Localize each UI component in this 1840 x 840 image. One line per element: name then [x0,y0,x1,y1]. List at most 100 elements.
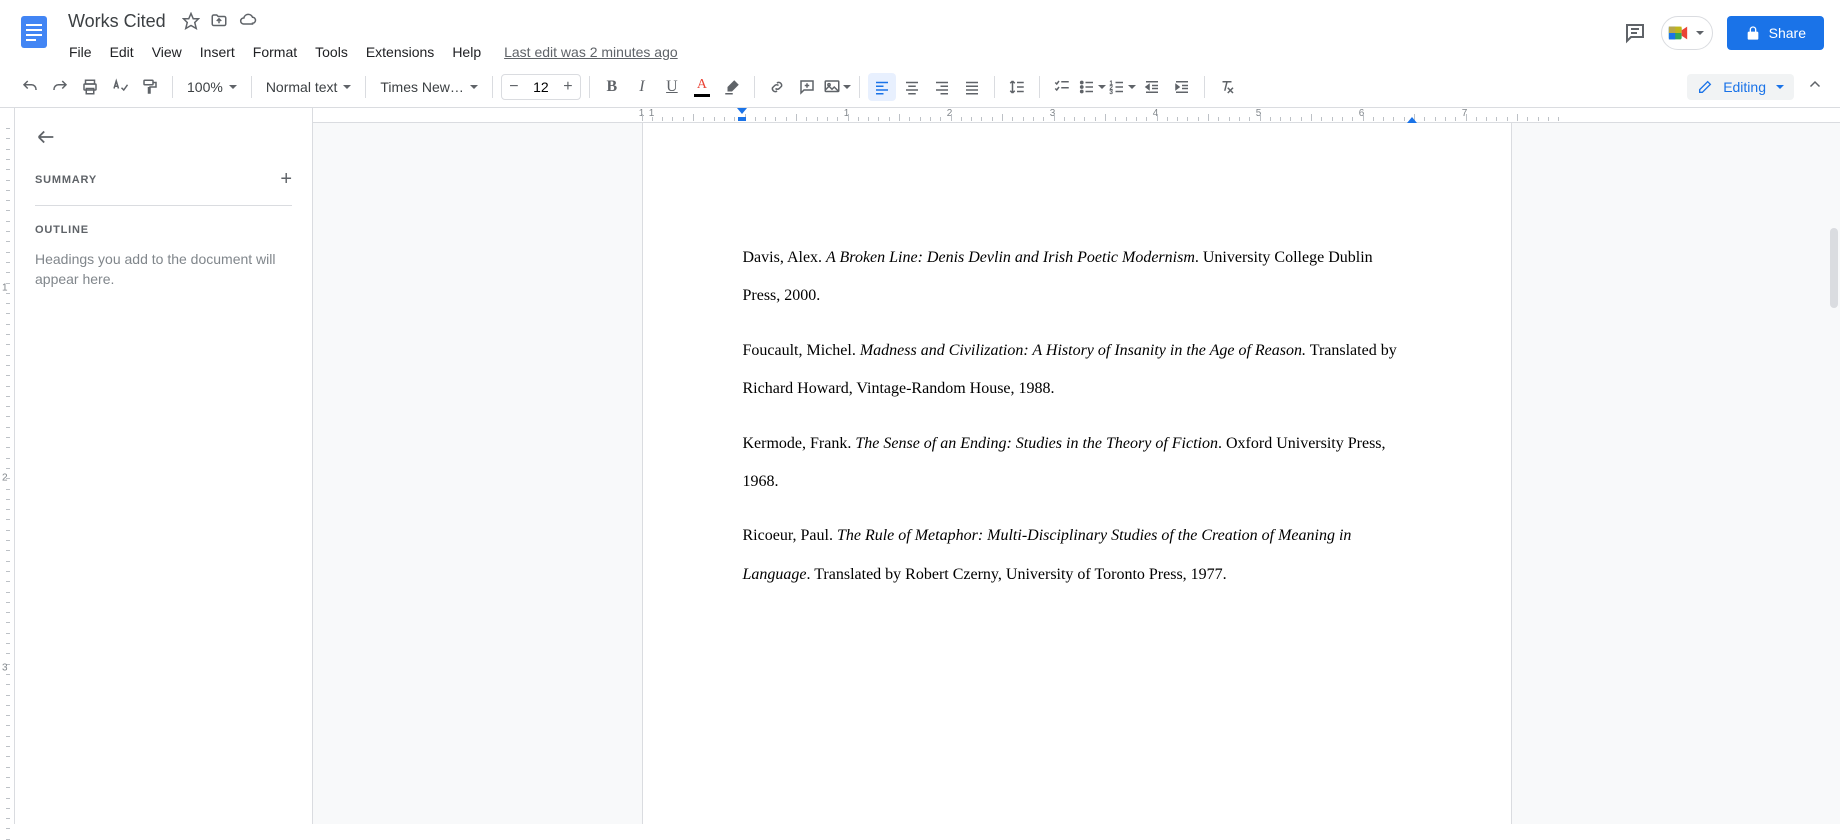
page[interactable]: Davis, Alex. A Broken Line: Denis Devlin… [642,123,1512,824]
lock-icon [1745,25,1761,41]
undo-button[interactable] [16,73,44,101]
move-icon[interactable] [210,12,228,30]
bulleted-list-button[interactable] [1078,73,1106,101]
increase-indent-button[interactable] [1168,73,1196,101]
close-outline-button[interactable] [35,126,57,148]
highlight-button[interactable] [718,73,746,101]
separator [172,76,173,98]
docs-logo[interactable] [16,8,52,56]
insert-link-button[interactable] [763,73,791,101]
hide-menus-button[interactable] [1806,76,1824,97]
separator [589,76,590,98]
editing-mode-dropdown[interactable]: Editing [1687,74,1794,100]
chevron-down-icon [470,85,478,89]
separator [251,76,252,98]
spellcheck-button[interactable] [106,73,134,101]
font-size-control: − + [501,74,581,100]
citation-entry[interactable]: Ricoeur, Paul. The Rule of Metaphor: Mul… [743,517,1411,594]
separator [754,76,755,98]
menu-file[interactable]: File [62,40,99,64]
document-canvas[interactable]: 111234567 Davis, Alex. A Broken Line: De… [313,108,1840,824]
separator [994,76,995,98]
clear-formatting-button[interactable] [1213,73,1241,101]
separator [492,76,493,98]
align-left-button[interactable] [868,73,896,101]
line-spacing-button[interactable] [1003,73,1031,101]
pencil-icon [1697,79,1713,95]
outline-empty-text: Headings you add to the document will ap… [35,250,292,289]
separator [365,76,366,98]
outline-sidebar: SUMMARY + OUTLINE Headings you add to th… [15,108,313,824]
menu-extensions[interactable]: Extensions [359,40,441,64]
menu-view[interactable]: View [145,40,189,64]
chevron-down-icon [1776,85,1784,89]
style-value: Normal text [266,79,338,95]
add-summary-button[interactable]: + [280,168,292,191]
last-edit-link[interactable]: Last edit was 2 minutes ago [504,44,678,60]
menubar: File Edit View Insert Format Tools Exten… [62,38,1623,66]
print-button[interactable] [76,73,104,101]
vertical-ruler[interactable]: 123 [0,108,15,824]
chevron-down-icon [343,85,351,89]
menu-help[interactable]: Help [445,40,488,64]
italic-button[interactable]: I [628,73,656,101]
text-color-button[interactable]: A [688,73,716,101]
zoom-value: 100% [187,79,223,95]
chevron-down-icon [1098,85,1106,89]
chevron-down-icon [1128,85,1136,89]
citation-author: Ricoeur, Paul. [743,527,837,544]
document-title[interactable]: Works Cited [62,9,172,34]
checklist-button[interactable] [1048,73,1076,101]
outline-heading: OUTLINE [35,224,292,236]
font-size-input[interactable] [526,78,556,96]
divider [35,205,292,206]
meet-button[interactable] [1661,16,1713,50]
citation-publication: . Translated by Robert Czerny, Universit… [807,566,1227,583]
comment-history-icon[interactable] [1623,21,1647,45]
svg-text:3: 3 [1109,89,1113,95]
decrease-indent-button[interactable] [1138,73,1166,101]
menu-format[interactable]: Format [246,40,304,64]
redo-button[interactable] [46,73,74,101]
align-center-button[interactable] [898,73,926,101]
horizontal-ruler[interactable]: 111234567 [313,108,1840,123]
font-dropdown[interactable]: Times New… [374,73,484,101]
font-size-increase[interactable]: + [556,74,580,100]
citation-entry[interactable]: Foucault, Michel. Madness and Civilizati… [743,332,1411,409]
toolbar: 100% Normal text Times New… − + B I U A … [0,66,1840,108]
align-right-button[interactable] [928,73,956,101]
menu-insert[interactable]: Insert [193,40,242,64]
numbered-list-button[interactable]: 123 [1108,73,1136,101]
scrollbar-thumb[interactable] [1830,228,1838,308]
chevron-down-icon [229,85,237,89]
separator [1204,76,1205,98]
underline-button[interactable]: U [658,73,686,101]
align-justify-button[interactable] [958,73,986,101]
cloud-status-icon[interactable] [238,12,258,30]
meet-icon [1666,21,1690,45]
chevron-down-icon [843,85,851,89]
summary-heading: SUMMARY [35,174,97,186]
citation-author: Davis, Alex. [743,249,827,266]
zoom-dropdown[interactable]: 100% [181,73,243,101]
font-size-decrease[interactable]: − [502,74,526,100]
bold-button[interactable]: B [598,73,626,101]
insert-image-button[interactable] [823,73,851,101]
separator [859,76,860,98]
citation-entry[interactable]: Davis, Alex. A Broken Line: Denis Devlin… [743,239,1411,316]
separator [1039,76,1040,98]
citation-entry[interactable]: Kermode, Frank. The Sense of an Ending: … [743,425,1411,502]
paragraph-style-dropdown[interactable]: Normal text [260,73,358,101]
menu-edit[interactable]: Edit [103,40,141,64]
citation-author: Kermode, Frank. [743,435,856,452]
menu-tools[interactable]: Tools [308,40,355,64]
star-icon[interactable] [182,12,200,30]
chevron-down-icon [1696,31,1704,35]
share-button[interactable]: Share [1727,16,1824,50]
paint-format-button[interactable] [136,73,164,101]
citation-title: A Broken Line: Denis Devlin and Irish Po… [826,249,1195,266]
font-value: Times New… [380,79,464,95]
add-comment-button[interactable] [793,73,821,101]
editing-label: Editing [1723,79,1766,95]
citation-author: Foucault, Michel. [743,342,860,359]
